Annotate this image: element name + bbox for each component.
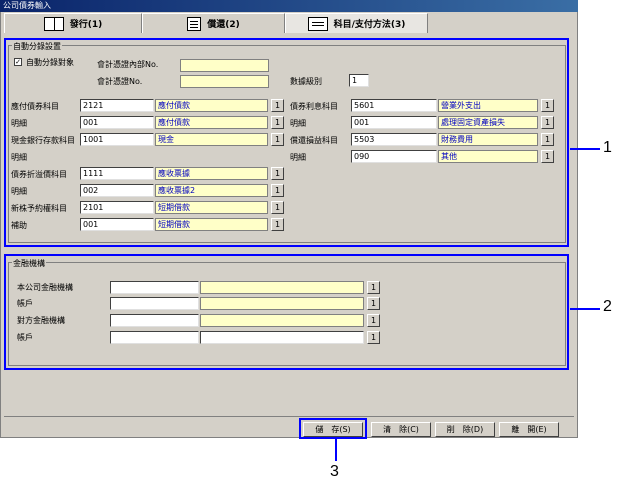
row-label-cash-bank: 現金銀行存款科目 [11, 136, 75, 145]
detail-1-lookup-button[interactable]: 1 [271, 116, 284, 129]
row-label-bond-payable: 應付債券科目 [11, 102, 59, 111]
bond-interest-code-input[interactable]: 5601 [351, 99, 437, 112]
gain-detail-lookup-button[interactable]: 1 [541, 150, 554, 163]
bond-interest-lookup-button[interactable]: 1 [541, 99, 554, 112]
row-label-redemption-gain: 償還損益科目 [290, 136, 338, 145]
own-account-code-input[interactable] [110, 297, 199, 310]
voucher-dept-label: 會計憑證內部No. [97, 60, 159, 69]
book-icon [43, 16, 64, 31]
row-label-bond-interest: 債券利息科目 [290, 102, 338, 111]
row-label-gain-detail: 明細 [290, 153, 306, 162]
own-bank-name [200, 281, 364, 294]
discount-premium-code-input[interactable]: 1111 [80, 167, 154, 180]
own-bank-label: 本公司金融機構 [17, 283, 73, 292]
bond-payable-name: 應付債款 [155, 99, 268, 112]
callout-2-label: 2 [603, 298, 612, 315]
detail-3-code-input[interactable]: 002 [80, 184, 154, 197]
tab-issue[interactable]: 發行(1) [4, 13, 142, 33]
auto-journal-checkbox-label: 自動分錄對象 [26, 58, 74, 67]
tab-accounts-payment[interactable]: 科目/支付方法(3) [285, 13, 428, 33]
bond-interest-name: 營業外支出 [438, 99, 538, 112]
tab-redemption-label: 償還(2) [207, 20, 240, 30]
row-label-warrant: 新株予約權科目 [11, 204, 67, 213]
counterparty-bank-code-input[interactable] [110, 314, 199, 327]
cash-bank-name: 現金 [155, 133, 268, 146]
tab-accounts-payment-label: 科目/支付方法(3) [333, 20, 406, 30]
callout-2-line [570, 308, 600, 310]
tab-issue-label: 發行(1) [69, 20, 103, 30]
callout-1-line [570, 148, 600, 150]
interest-detail-name: 處理固定資產損失 [438, 116, 538, 129]
row-label-discount-premium: 債券折溢價科目 [11, 170, 67, 179]
clear-button[interactable]: 清 除(C) [371, 422, 431, 437]
cash-bank-code-input[interactable]: 1001 [80, 133, 154, 146]
detail-3-name: 應收票據2 [155, 184, 268, 197]
tab-redemption[interactable]: 償還(2) [142, 13, 285, 33]
interest-detail-code-input[interactable]: 001 [351, 116, 437, 129]
counterparty-account-label: 帳戶 [17, 333, 33, 342]
discount-premium-name: 應收票據 [155, 167, 268, 180]
warrant-lookup-button[interactable]: 1 [271, 201, 284, 214]
row-label-auxiliary: 補助 [11, 221, 27, 230]
auxiliary-lookup-button[interactable]: 1 [271, 218, 284, 231]
window-title: 公司債券輸入 [0, 0, 578, 12]
own-account-lookup-button[interactable]: 1 [367, 297, 380, 310]
counterparty-bank-name [200, 314, 364, 327]
bond-payable-code-input[interactable]: 2121 [80, 99, 154, 112]
auxiliary-code-input[interactable]: 001 [80, 218, 154, 231]
callout-3-line [335, 439, 337, 461]
cash-bank-lookup-button[interactable]: 1 [271, 133, 284, 146]
save-button[interactable]: 儲 存(S) [303, 422, 363, 437]
gain-detail-code-input[interactable]: 090 [351, 150, 437, 163]
counterparty-account-code-input[interactable] [110, 331, 199, 344]
data-level-input[interactable]: 1 [349, 74, 369, 87]
redemption-gain-name: 財務費用 [438, 133, 538, 146]
counterparty-account-name-input[interactable] [200, 331, 364, 344]
voucher-no-field [180, 75, 269, 88]
counterparty-account-lookup-button[interactable]: 1 [367, 331, 380, 344]
counterparty-bank-lookup-button[interactable]: 1 [367, 314, 380, 327]
warrant-code-input[interactable]: 2101 [80, 201, 154, 214]
detail-3-lookup-button[interactable]: 1 [271, 184, 284, 197]
callout-1-label: 1 [603, 139, 612, 156]
detail-1-name: 應付債款 [155, 116, 268, 129]
row-label-interest-detail: 明細 [290, 119, 306, 128]
bond-payable-lookup-button[interactable]: 1 [271, 99, 284, 112]
close-button[interactable]: 離 開(E) [499, 422, 559, 437]
financial-institution-legend: 金融機構 [12, 258, 46, 269]
callout-3-label: 3 [330, 463, 339, 480]
form-icon [307, 16, 328, 31]
detail-1-code-input[interactable]: 001 [80, 116, 154, 129]
auto-journal-legend: 自動分錄設置 [12, 41, 62, 52]
own-bank-lookup-button[interactable]: 1 [367, 281, 380, 294]
voucher-no-label: 會計憑證No. [97, 77, 143, 86]
interest-detail-lookup-button[interactable]: 1 [541, 116, 554, 129]
row-label-detail-3: 明細 [11, 187, 27, 196]
warrant-name: 短期借款 [155, 201, 268, 214]
document-icon [187, 16, 202, 31]
counterparty-bank-label: 對方金融機構 [17, 316, 65, 325]
own-account-name [200, 297, 364, 310]
auxiliary-name: 短期借款 [155, 218, 268, 231]
discount-premium-lookup-button[interactable]: 1 [271, 167, 284, 180]
data-level-label: 數據級別 [290, 77, 322, 86]
own-bank-code-input[interactable] [110, 281, 199, 294]
bottom-separator [4, 416, 574, 417]
delete-button[interactable]: 削 除(D) [435, 422, 495, 437]
auto-journal-checkbox[interactable]: ✓ [14, 58, 22, 66]
redemption-gain-lookup-button[interactable]: 1 [541, 133, 554, 146]
own-account-label: 帳戶 [17, 299, 33, 308]
voucher-dept-field [180, 59, 269, 72]
row-label-detail-2: 明細 [11, 153, 27, 162]
row-label-detail-1: 明細 [11, 119, 27, 128]
redemption-gain-code-input[interactable]: 5503 [351, 133, 437, 146]
gain-detail-name: 其他 [438, 150, 538, 163]
